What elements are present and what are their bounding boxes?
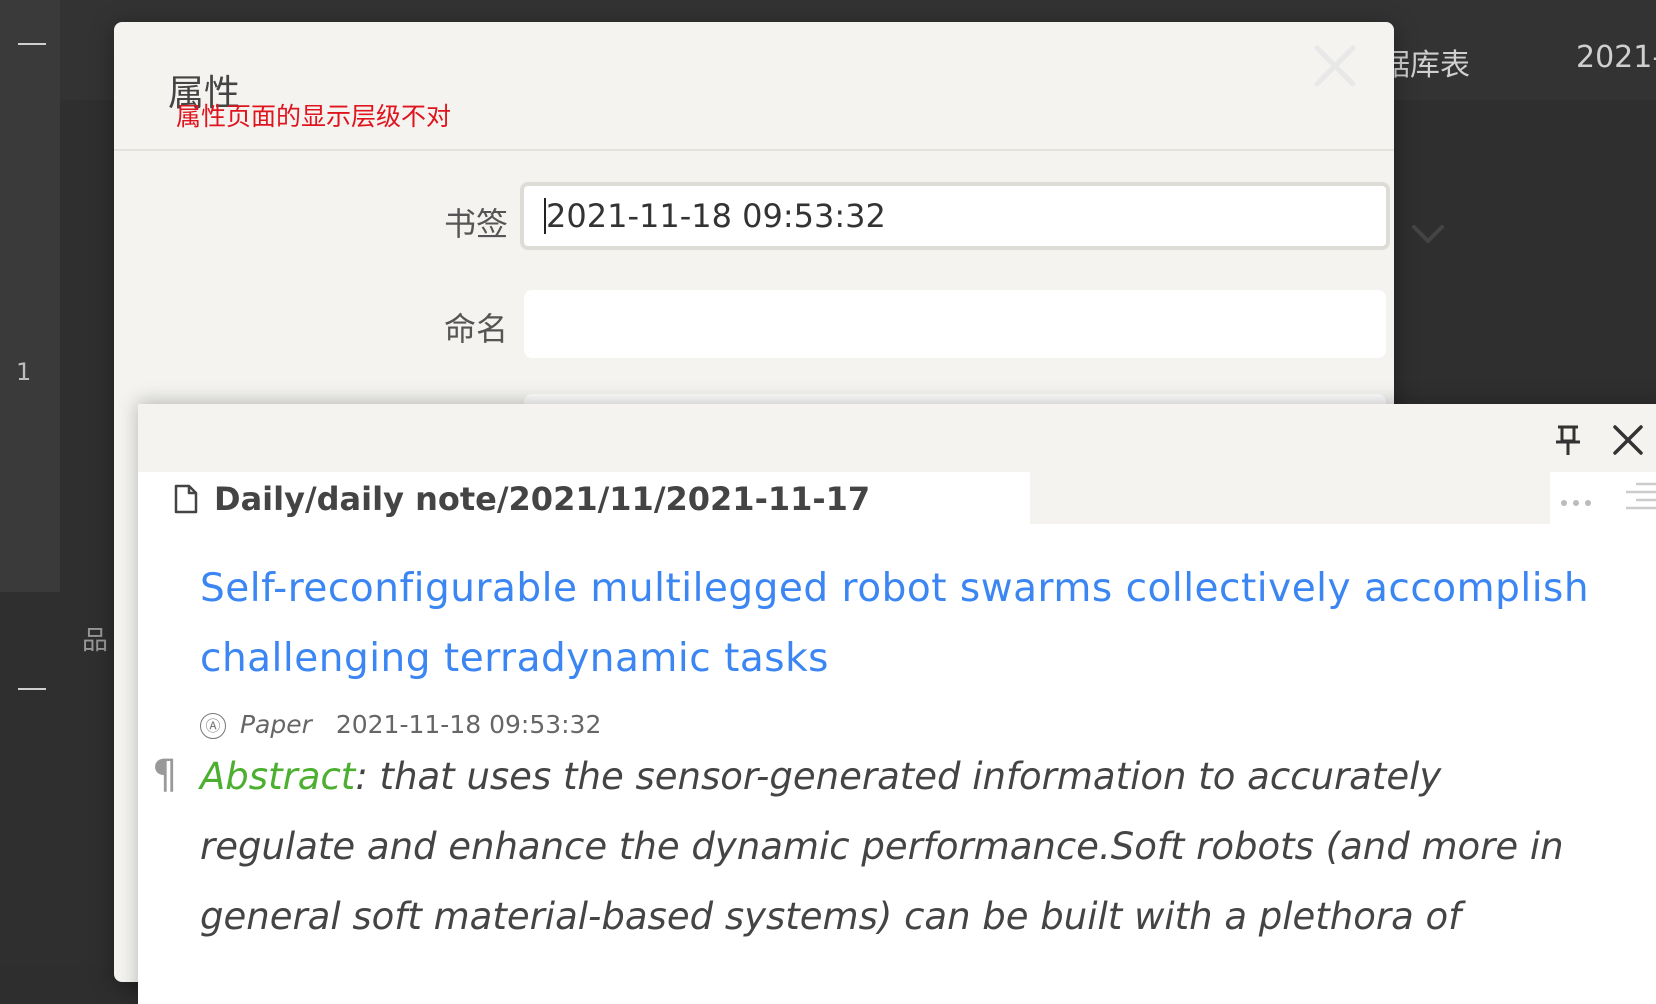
- file-icon: [174, 484, 198, 514]
- popup-toolbar: [138, 404, 1656, 472]
- note-preview-popup: Daily/daily note/2021/11/2021-11-17 Self…: [138, 404, 1656, 1004]
- breadcrumb-bar-filler: [1030, 472, 1550, 524]
- background-left-column: [0, 0, 60, 592]
- close-icon[interactable]: [1608, 420, 1648, 460]
- more-icon[interactable]: [1558, 494, 1594, 506]
- document-type: Paper: [240, 710, 312, 739]
- bookmark-input[interactable]: 2021-11-18 09:53:32: [520, 182, 1390, 250]
- author-icon: Ⓐ: [200, 713, 226, 739]
- close-icon[interactable]: [1305, 36, 1365, 96]
- document-title-link[interactable]: Self-reconfigurable multilegged robot sw…: [200, 554, 1600, 694]
- breadcrumb[interactable]: Daily/daily note/2021/11/2021-11-17: [214, 480, 870, 518]
- pin-icon[interactable]: [1548, 420, 1588, 460]
- bug-annotation: 属性页面的显示层级不对: [176, 97, 451, 133]
- abstract-label: Abstract: [200, 755, 355, 798]
- background-dash: [18, 688, 46, 690]
- paragraph-icon[interactable]: ¶: [152, 752, 177, 798]
- abstract-text: : that uses the sensor-generated informa…: [200, 755, 1564, 938]
- document-meta: Ⓐ Paper 2021-11-18 09:53:32: [200, 710, 601, 739]
- bookmark-input-value: 2021-11-18 09:53:32: [546, 197, 886, 235]
- background-dash: [18, 43, 46, 45]
- name-label: 命名: [444, 304, 508, 350]
- background-line-number: 1: [16, 358, 31, 386]
- outline-icon[interactable]: [1622, 476, 1656, 516]
- chevron-down-icon[interactable]: [1408, 219, 1448, 249]
- bookmark-label: 书签: [444, 199, 508, 245]
- background-sidebar-text: 品: [82, 620, 108, 657]
- document-date: 2021-11-18 09:53:32: [336, 710, 602, 739]
- background-date-text: 2021-: [1576, 40, 1656, 75]
- name-input[interactable]: [524, 290, 1386, 358]
- properties-dialog-header: 属性 属性页面的显示层级不对: [114, 22, 1394, 151]
- abstract-paragraph: Abstract: that uses the sensor-generated…: [200, 742, 1600, 952]
